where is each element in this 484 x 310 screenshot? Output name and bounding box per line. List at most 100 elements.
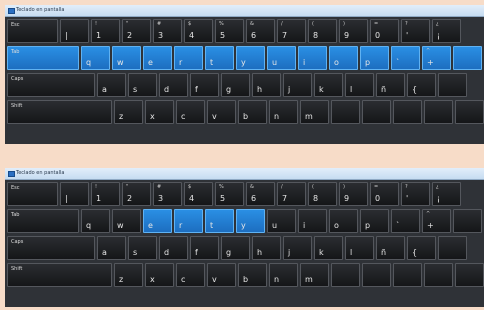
key-4[interactable]: $4 (184, 19, 213, 43)
key-c[interactable]: c (176, 263, 205, 287)
key-d[interactable]: d (159, 236, 188, 260)
key-w[interactable]: w (112, 46, 141, 70)
key-b[interactable]: b (238, 263, 267, 287)
key-u123[interactable]: { (407, 73, 436, 97)
key-x[interactable]: x (145, 100, 174, 124)
key-blank[interactable] (453, 46, 482, 70)
key-i[interactable]: i (298, 46, 327, 70)
key-tab[interactable]: Tab (7, 209, 79, 233)
key-w[interactable]: w (112, 209, 141, 233)
key-7[interactable]: /7 (277, 19, 306, 43)
key-7[interactable]: /7 (277, 182, 306, 206)
key-q[interactable]: q (81, 46, 110, 70)
key-6[interactable]: & 6 (246, 19, 275, 43)
key-shift[interactable]: Shift (7, 263, 112, 287)
key-caps[interactable]: Caps (7, 236, 95, 260)
key-j[interactable]: j (283, 236, 312, 260)
key-y[interactable]: y (236, 46, 265, 70)
key-u43[interactable]: ^ + (422, 46, 451, 70)
key-8[interactable]: (8 (308, 19, 337, 43)
key-ñ[interactable]: ñ (376, 73, 405, 97)
key-blank[interactable] (362, 100, 391, 124)
key-v[interactable]: v (207, 263, 236, 287)
key-k[interactable]: k (314, 73, 343, 97)
key-m[interactable]: m (300, 100, 329, 124)
key-h[interactable]: h (252, 236, 281, 260)
key-l[interactable]: l (345, 236, 374, 260)
title-bar[interactable]: Teclado en pantalla (5, 168, 484, 180)
key-e[interactable]: e (143, 209, 172, 233)
key-u161[interactable]: ¿ ¡ (432, 182, 461, 206)
key-u39[interactable]: ? ' (401, 19, 430, 43)
key-r[interactable]: r (174, 46, 203, 70)
key-1[interactable]: ! 1 (91, 182, 120, 206)
key-z[interactable]: z (114, 263, 143, 287)
key-s[interactable]: s (128, 236, 157, 260)
key-i[interactable]: i (298, 209, 327, 233)
key-0[interactable]: = 0 (370, 182, 399, 206)
key-x[interactable]: x (145, 263, 174, 287)
key-s[interactable]: s (128, 73, 157, 97)
key-6[interactable]: & 6 (246, 182, 275, 206)
key-t[interactable]: t (205, 209, 234, 233)
key-h[interactable]: h (252, 73, 281, 97)
key-u124[interactable]: | (60, 19, 89, 43)
key-blank[interactable] (331, 100, 360, 124)
key-n[interactable]: n (269, 100, 298, 124)
key-shift[interactable]: Shift (7, 100, 112, 124)
key-u96[interactable]: ` (391, 209, 420, 233)
key-r[interactable]: r (174, 209, 203, 233)
key-j[interactable]: j (283, 73, 312, 97)
key-esc[interactable]: Esc (7, 19, 58, 43)
key-u124[interactable]: | (60, 182, 89, 206)
key-d[interactable]: d (159, 73, 188, 97)
key-l[interactable]: l (345, 73, 374, 97)
key-blank[interactable] (453, 209, 482, 233)
key-3[interactable]: #3 (153, 182, 182, 206)
key-9[interactable]: ) 9 (339, 19, 368, 43)
key-t[interactable]: t (205, 46, 234, 70)
key-1[interactable]: ! 1 (91, 19, 120, 43)
key-0[interactable]: = 0 (370, 19, 399, 43)
key-blank[interactable] (424, 100, 453, 124)
key-o[interactable]: o (329, 209, 358, 233)
key-blank[interactable] (455, 100, 484, 124)
key-blank[interactable] (424, 263, 453, 287)
key-ñ[interactable]: ñ (376, 236, 405, 260)
key-g[interactable]: g (221, 73, 250, 97)
key-blank[interactable] (455, 263, 484, 287)
key-5[interactable]: % 5 (215, 19, 244, 43)
key-u161[interactable]: ¿ ¡ (432, 19, 461, 43)
key-u43[interactable]: ^ + (422, 209, 451, 233)
key-v[interactable]: v (207, 100, 236, 124)
key-m[interactable]: m (300, 263, 329, 287)
key-a[interactable]: a (97, 236, 126, 260)
key-4[interactable]: $4 (184, 182, 213, 206)
key-a[interactable]: a (97, 73, 126, 97)
key-tab[interactable]: Tab (7, 46, 79, 70)
key-u[interactable]: u (267, 46, 296, 70)
key-blank[interactable] (331, 263, 360, 287)
key-o[interactable]: o (329, 46, 358, 70)
key-q[interactable]: q (81, 209, 110, 233)
key-g[interactable]: g (221, 236, 250, 260)
key-c[interactable]: c (176, 100, 205, 124)
key-3[interactable]: #3 (153, 19, 182, 43)
key-f[interactable]: f (190, 73, 219, 97)
key-y[interactable]: y (236, 209, 265, 233)
key-blank[interactable] (362, 263, 391, 287)
key-5[interactable]: % 5 (215, 182, 244, 206)
key-blank[interactable] (438, 73, 467, 97)
key-u[interactable]: u (267, 209, 296, 233)
key-9[interactable]: ) 9 (339, 182, 368, 206)
title-bar[interactable]: Teclado en pantalla (5, 5, 484, 17)
key-blank[interactable] (393, 100, 422, 124)
key-b[interactable]: b (238, 100, 267, 124)
key-f[interactable]: f (190, 236, 219, 260)
key-2[interactable]: " 2 (122, 19, 151, 43)
key-esc[interactable]: Esc (7, 182, 58, 206)
key-n[interactable]: n (269, 263, 298, 287)
key-8[interactable]: (8 (308, 182, 337, 206)
key-2[interactable]: " 2 (122, 182, 151, 206)
key-e[interactable]: e (143, 46, 172, 70)
